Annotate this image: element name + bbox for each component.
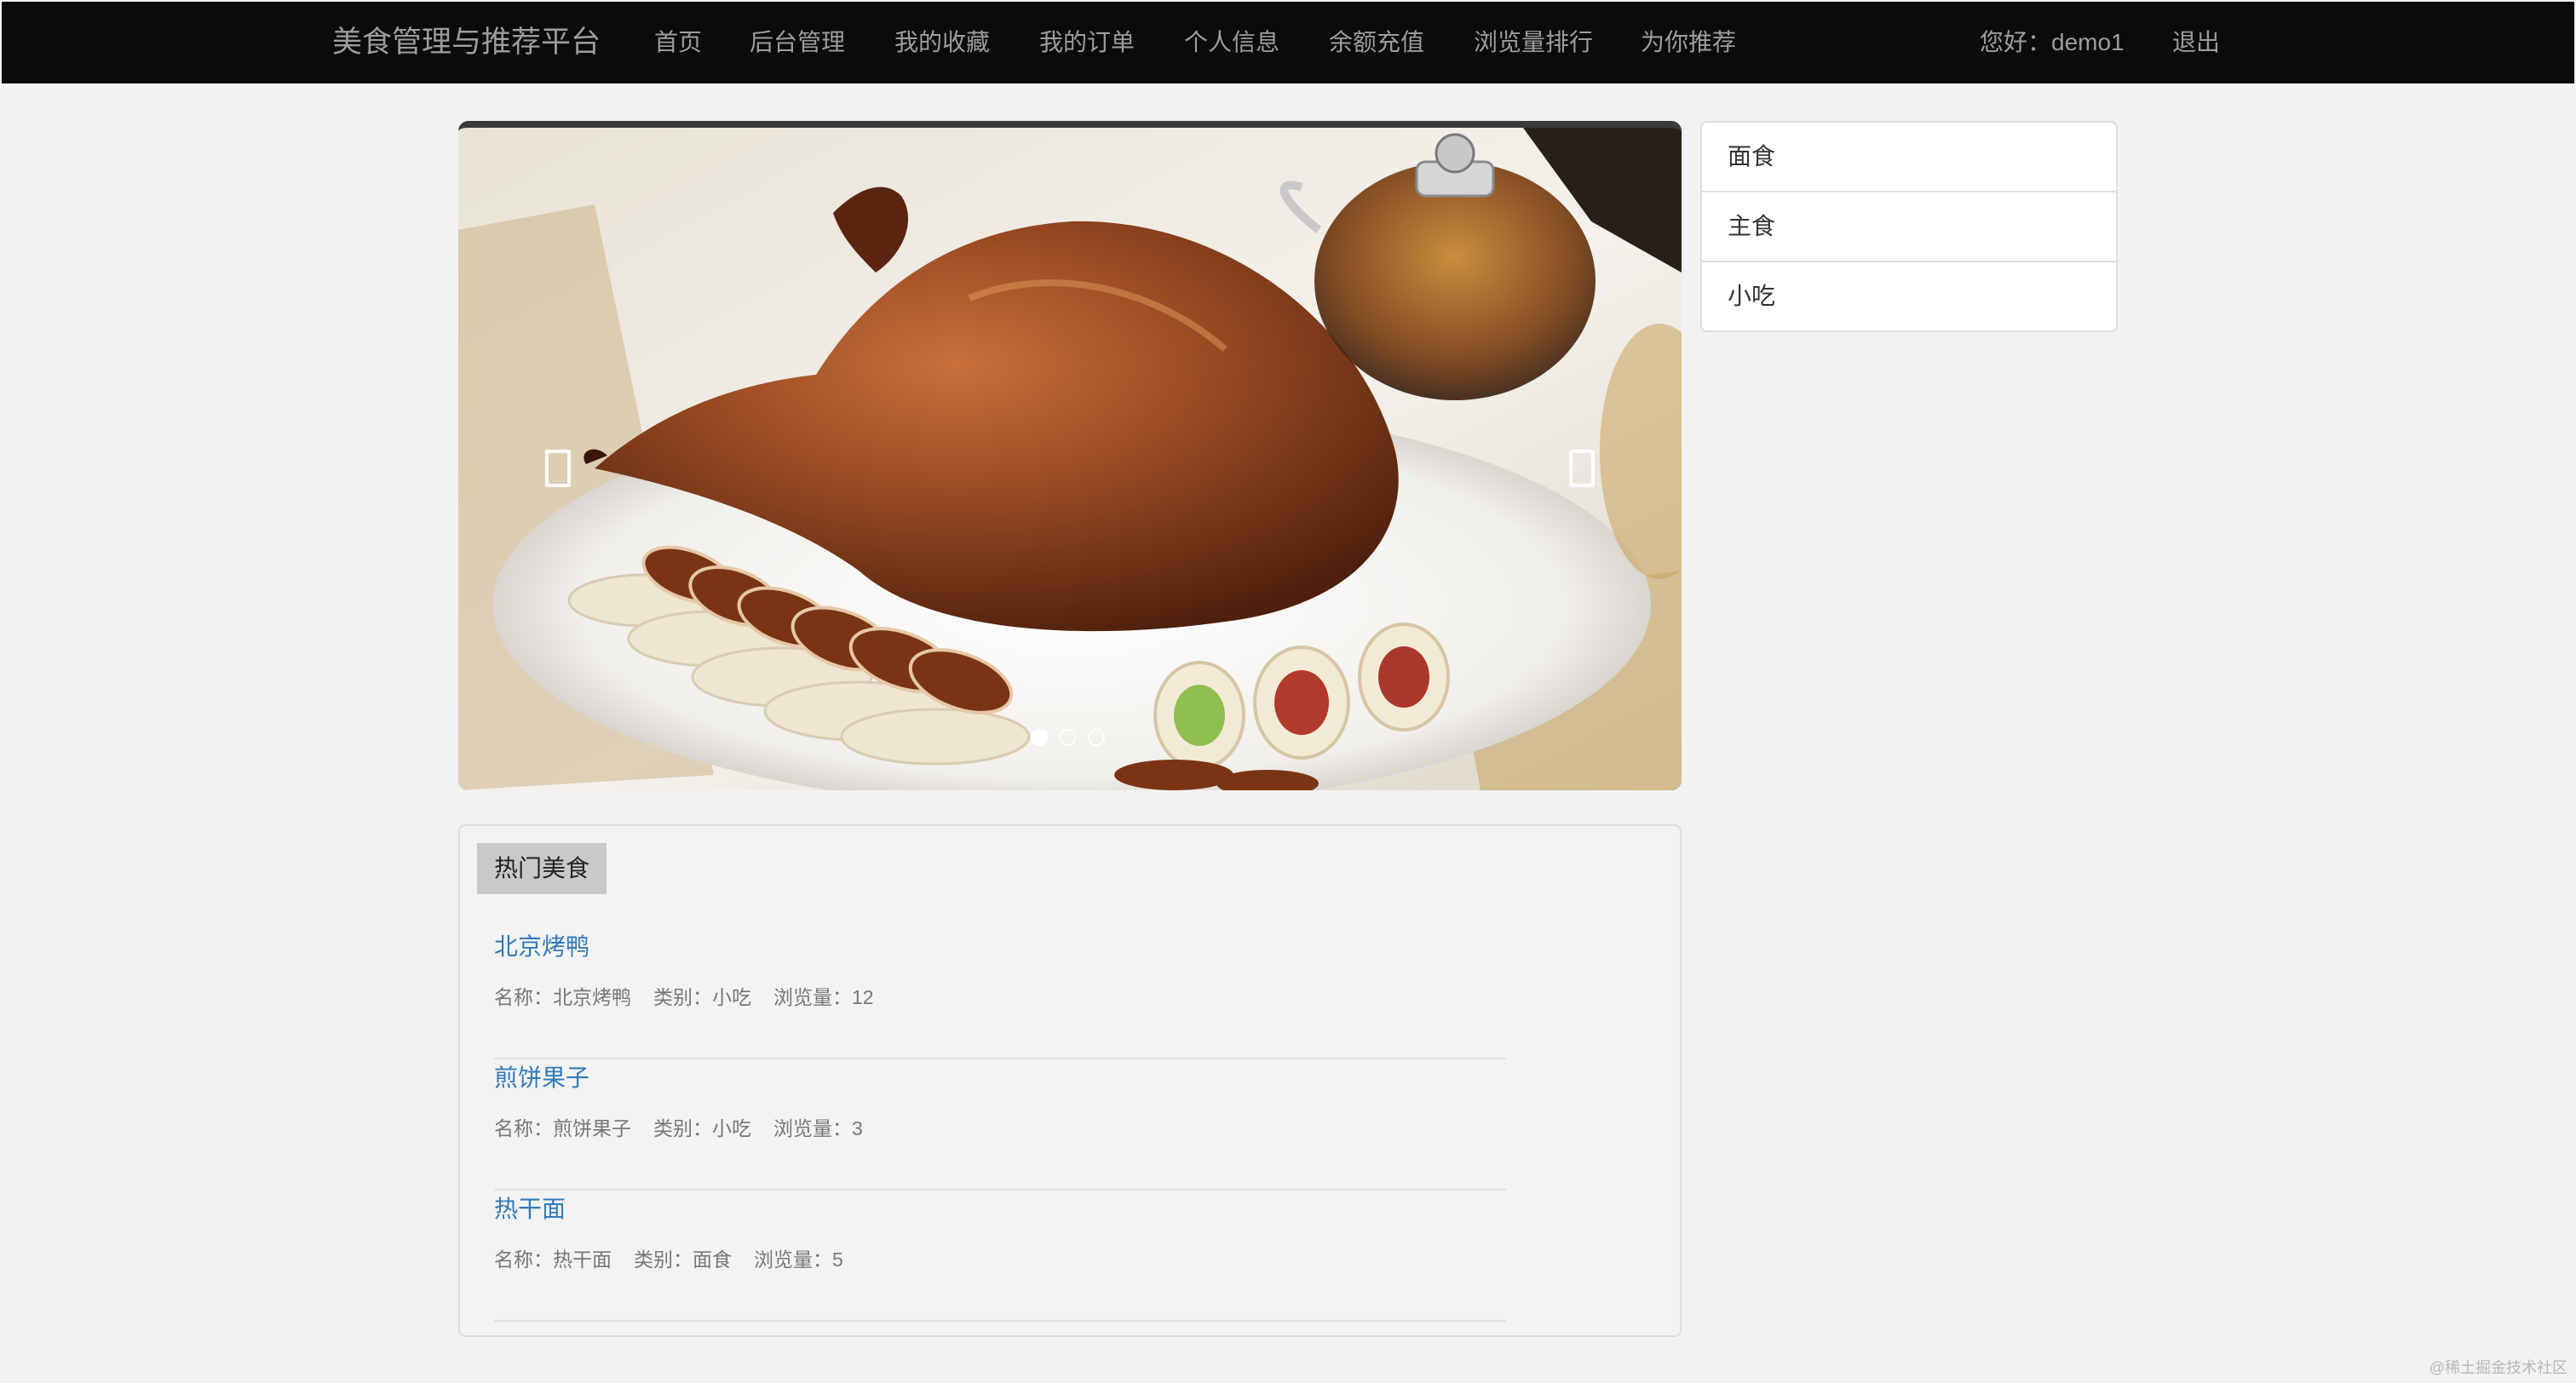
hot-foods-panel: 热门美食 北京烤鸭 名称：北京烤鸭 类别：小吃 浏览量：12 煎饼果子 名称：煎饼果… [458, 824, 1682, 1337]
category-item-snacks[interactable]: 小吃 [1702, 262, 2116, 330]
carousel-indicators [1031, 729, 1113, 749]
views-label: 浏览量： [773, 1117, 852, 1139]
food-name-value: 热干面 [553, 1248, 612, 1271]
category-label: 类别： [653, 986, 712, 1008]
list-item: 煎饼果子 名称：煎饼果子 类别：小吃 浏览量：3 [494, 1059, 1506, 1191]
top-navbar: 美食管理与推荐平台 首页 后台管理 我的收藏 我的订单 个人信息 余额充值 浏览… [2, 2, 2574, 83]
watermark: @稀土掘金技术社区 [2429, 1359, 2567, 1376]
category-item-staple[interactable]: 主食 [1702, 192, 2116, 262]
category-item-noodles[interactable]: 面食 [1702, 123, 2116, 192]
category-label: 类别： [653, 1117, 712, 1139]
carousel-prev-button[interactable] [545, 450, 571, 487]
hot-foods-title: 热门美食 [477, 843, 607, 894]
nav-profile[interactable]: 个人信息 [1184, 2, 1279, 83]
views-label: 浏览量： [754, 1248, 832, 1271]
name-label: 名称： [494, 1248, 553, 1271]
food-views-value: 12 [852, 986, 874, 1008]
food-views-value: 5 [832, 1248, 843, 1271]
nav-home[interactable]: 首页 [654, 2, 702, 83]
food-name-value: 北京烤鸭 [553, 986, 631, 1008]
list-item: 热干面 名称：热干面 类别：面食 浏览量：5 [494, 1191, 1506, 1322]
nav-orders[interactable]: 我的订单 [1039, 2, 1135, 83]
image-carousel [458, 121, 1682, 790]
carousel-slide-image [458, 128, 1682, 790]
food-category-value: 小吃 [712, 986, 751, 1008]
carousel-indicator[interactable] [1087, 729, 1105, 746]
category-list: 面食 主食 小吃 [1700, 121, 2118, 332]
category-label: 类别： [634, 1248, 693, 1271]
nav-admin[interactable]: 后台管理 [750, 2, 845, 83]
food-meta: 名称：热干面 类别：面食 浏览量：5 [494, 1243, 843, 1272]
views-label: 浏览量： [773, 986, 852, 1008]
food-category-value: 小吃 [712, 1117, 751, 1139]
food-name-value: 煎饼果子 [553, 1117, 631, 1139]
food-category-value: 面食 [693, 1248, 732, 1271]
logout-link[interactable]: 退出 [2172, 2, 2220, 83]
user-greeting[interactable]: 您好：demo1 [1980, 2, 2125, 83]
brand-logo-text[interactable]: 美食管理与推荐平台 [332, 2, 601, 83]
nav-favorites[interactable]: 我的收藏 [894, 2, 990, 83]
nav-view-ranking[interactable]: 浏览量排行 [1474, 2, 1593, 83]
list-item: 北京烤鸭 名称：北京烤鸭 类别：小吃 浏览量：12 [494, 928, 1506, 1059]
carousel-indicator[interactable] [1031, 729, 1048, 746]
food-title-link[interactable]: 北京烤鸭 [494, 928, 589, 962]
name-label: 名称： [494, 986, 553, 1008]
carousel-indicator[interactable] [1059, 729, 1077, 746]
nav-recommend[interactable]: 为你推荐 [1641, 2, 1736, 83]
food-meta: 名称：北京烤鸭 类别：小吃 浏览量：12 [494, 981, 874, 1010]
food-views-value: 3 [852, 1117, 863, 1139]
food-title-link[interactable]: 热干面 [494, 1191, 566, 1225]
food-title-link[interactable]: 煎饼果子 [494, 1059, 589, 1093]
nav-recharge[interactable]: 余额充值 [1329, 2, 1424, 83]
name-label: 名称： [494, 1117, 553, 1139]
carousel-next-button[interactable] [1569, 450, 1595, 487]
food-meta: 名称：煎饼果子 类别：小吃 浏览量：3 [494, 1112, 863, 1141]
